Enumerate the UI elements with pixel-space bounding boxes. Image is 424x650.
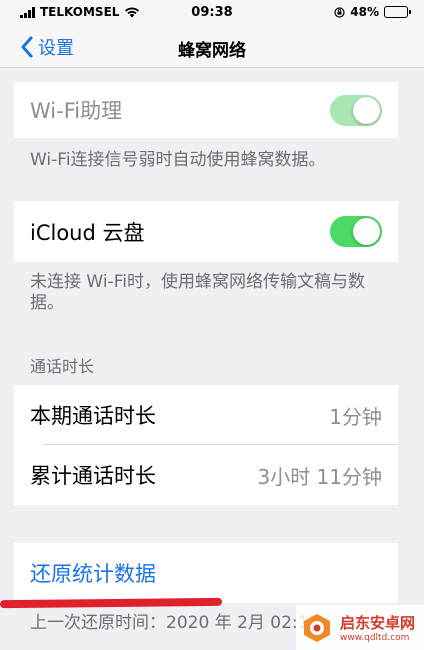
- status-right: 48%: [334, 5, 411, 19]
- battery-icon: [384, 6, 411, 18]
- lifetime-label: 累计通话时长: [30, 464, 156, 488]
- call-time-section-header: 通话时长: [30, 357, 95, 376]
- navigation-bar: 设置 蜂窝网络: [0, 26, 424, 68]
- wifi-assist-footnote: Wi-Fi连接信号弱时自动使用蜂窝数据。: [30, 150, 326, 170]
- toggle-knob: [353, 218, 380, 245]
- watermark: 启东安卓网 www.qdltd.com: [296, 605, 424, 650]
- watermark-name: 启东安卓网: [340, 614, 416, 632]
- reset-statistics-button[interactable]: 还原统计数据: [30, 558, 382, 588]
- current-period-value: 1分钟: [329, 404, 382, 429]
- icloud-drive-label: iCloud 云盘: [30, 220, 145, 245]
- status-bar: TELKOMSEL 09:38 48%: [0, 0, 424, 26]
- reset-statistics-row[interactable]: 还原统计数据: [14, 543, 398, 603]
- lifetime-row: 累计通话时长 3小时 11分钟: [14, 445, 398, 505]
- icloud-drive-footnote: 未连接 Wi-Fi时，使用蜂窝网络传输文稿与数据。: [30, 272, 365, 313]
- toggle-knob: [353, 96, 380, 124]
- page-title: 蜂窝网络: [178, 41, 246, 61]
- lifetime-value: 3小时 11分钟: [257, 464, 382, 489]
- wifi-assist-row: Wi-Fi助理: [14, 82, 398, 138]
- watermark-url: www.qdltd.com: [340, 633, 410, 643]
- watermark-text: 启东安卓网 www.qdltd.com: [340, 612, 415, 643]
- current-period-row: 本期通话时长 1分钟: [14, 385, 398, 445]
- watermark-logo-icon: [304, 613, 330, 642]
- red-annotation-stroke: [0, 597, 223, 609]
- wifi-assist-label: Wi-Fi助理: [30, 99, 123, 123]
- battery-percent: 48%: [350, 5, 379, 19]
- icloud-drive-row: iCloud 云盘: [14, 201, 398, 262]
- rotation-lock-icon: [334, 6, 345, 18]
- icloud-drive-toggle[interactable]: [330, 216, 382, 247]
- current-period-label: 本期通话时长: [30, 404, 156, 428]
- wifi-assist-toggle[interactable]: [330, 94, 382, 126]
